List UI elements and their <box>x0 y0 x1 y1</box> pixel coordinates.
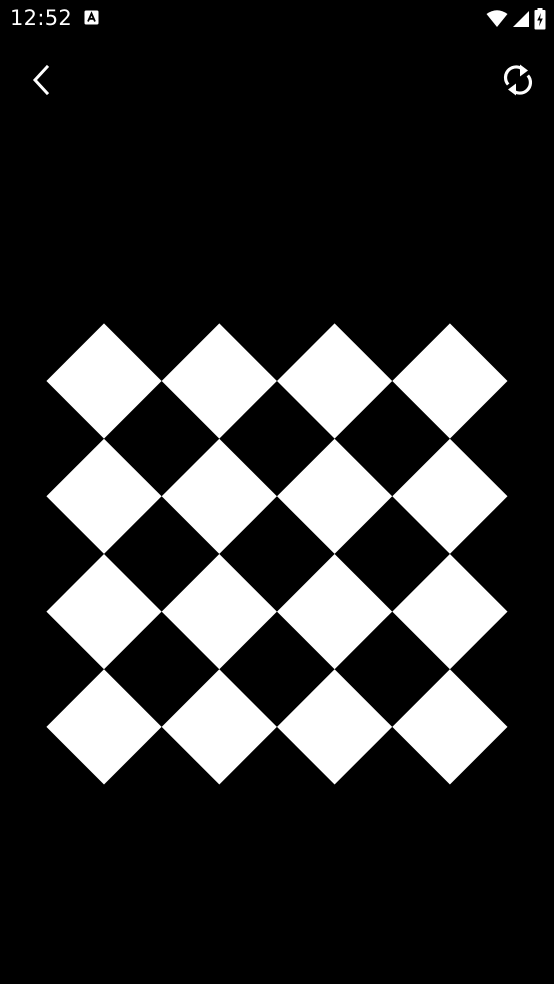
puzzle-board <box>46 323 508 785</box>
board-tile[interactable] <box>46 438 162 554</box>
status-time: 12:52 <box>10 6 73 30</box>
board-tile[interactable] <box>277 554 393 670</box>
board-tile[interactable] <box>46 323 162 439</box>
refresh-icon <box>503 64 533 96</box>
board-tile[interactable] <box>161 438 277 554</box>
status-bar: 12:52 <box>0 0 554 38</box>
cellular-signal-icon <box>513 11 529 27</box>
board-tile[interactable] <box>392 323 508 439</box>
board-tile[interactable] <box>161 554 277 670</box>
board-tile[interactable] <box>392 669 508 785</box>
text-notification-icon <box>84 10 99 25</box>
board-tile[interactable] <box>46 554 162 670</box>
back-button[interactable] <box>18 56 66 104</box>
board-tile[interactable] <box>392 438 508 554</box>
wifi-icon <box>486 10 508 27</box>
board-tile[interactable] <box>277 669 393 785</box>
refresh-button[interactable] <box>494 56 542 104</box>
status-icons <box>486 7 546 31</box>
board-tile[interactable] <box>277 438 393 554</box>
board-tile[interactable] <box>392 554 508 670</box>
board-tile[interactable] <box>161 323 277 439</box>
chevron-left-icon <box>32 64 50 96</box>
board-tile[interactable] <box>277 323 393 439</box>
battery-charging-icon <box>534 8 546 30</box>
toolbar <box>0 50 554 110</box>
board-tile[interactable] <box>161 669 277 785</box>
board-tile[interactable] <box>46 669 162 785</box>
